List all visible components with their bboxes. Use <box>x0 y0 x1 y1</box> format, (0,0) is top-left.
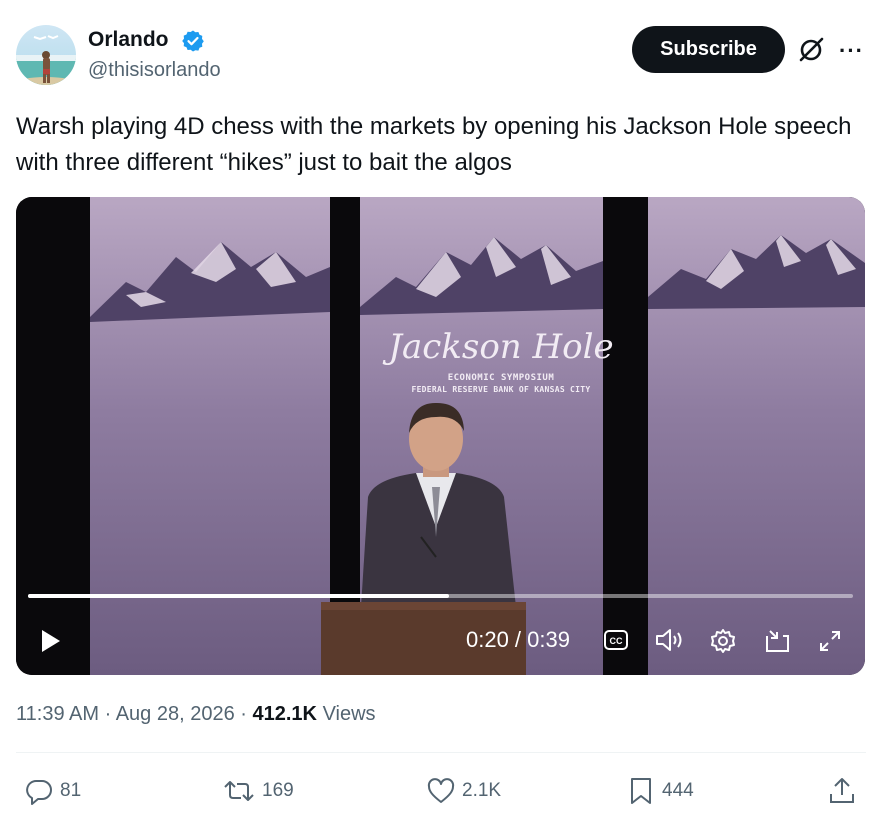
tweet-time[interactable]: 11:39 AM <box>16 703 99 725</box>
like-button[interactable]: 2.1K <box>426 776 501 806</box>
meta-separator: · <box>240 703 253 725</box>
author-handle[interactable]: @thisisorlando <box>88 59 221 82</box>
captions-icon[interactable]: CC <box>603 629 629 656</box>
subscribe-button[interactable]: Subscribe <box>632 26 785 73</box>
author-name[interactable]: Orlando <box>88 28 169 52</box>
volume-icon[interactable] <box>654 627 686 658</box>
play-icon[interactable] <box>40 629 62 658</box>
settings-icon[interactable] <box>710 628 736 659</box>
like-count: 2.1K <box>462 780 502 801</box>
repost-count: 169 <box>262 780 294 801</box>
fullscreen-icon[interactable] <box>818 629 842 658</box>
video-timecode: 0:20 / 0:39 <box>466 627 570 652</box>
bookmark-button[interactable]: 444 <box>626 776 694 806</box>
divider <box>16 752 866 753</box>
tweet-text: Warsh playing 4D chess with the markets … <box>16 113 852 176</box>
avatar[interactable] <box>16 25 76 85</box>
share-icon <box>830 778 854 803</box>
bookmark-icon <box>631 778 651 804</box>
meta-separator: · <box>104 703 116 725</box>
views-label: Views <box>322 703 376 725</box>
reply-button[interactable]: 81 <box>24 776 81 806</box>
more-icon[interactable]: ··· <box>839 38 864 64</box>
heart-icon <box>427 778 455 803</box>
verified-badge-icon <box>181 29 205 53</box>
grok-icon[interactable] <box>797 36 825 64</box>
tweet-date[interactable]: Aug 28, 2026 <box>116 703 235 725</box>
picture-in-picture-icon[interactable] <box>764 628 792 659</box>
avatar-photo <box>16 35 76 85</box>
reply-count: 81 <box>60 780 82 801</box>
video-player[interactable]: Jackson Hole ECONOMIC SYMPOSIUM FEDERAL … <box>16 197 865 675</box>
tweet-meta: 11:39 AM · Aug 28, 2026 · 412.1K Views <box>16 703 376 726</box>
repost-icon <box>224 781 254 801</box>
reply-icon <box>26 780 52 805</box>
svg-text:CC: CC <box>610 636 623 646</box>
repost-button[interactable]: 169 <box>222 776 294 806</box>
views-count: 412.1K <box>252 703 318 725</box>
video-progress-fill <box>28 594 449 598</box>
speaker-figure <box>321 402 526 675</box>
share-button[interactable] <box>828 776 862 806</box>
video-progress-bar[interactable] <box>28 594 853 598</box>
bookmark-count: 444 <box>662 780 694 801</box>
